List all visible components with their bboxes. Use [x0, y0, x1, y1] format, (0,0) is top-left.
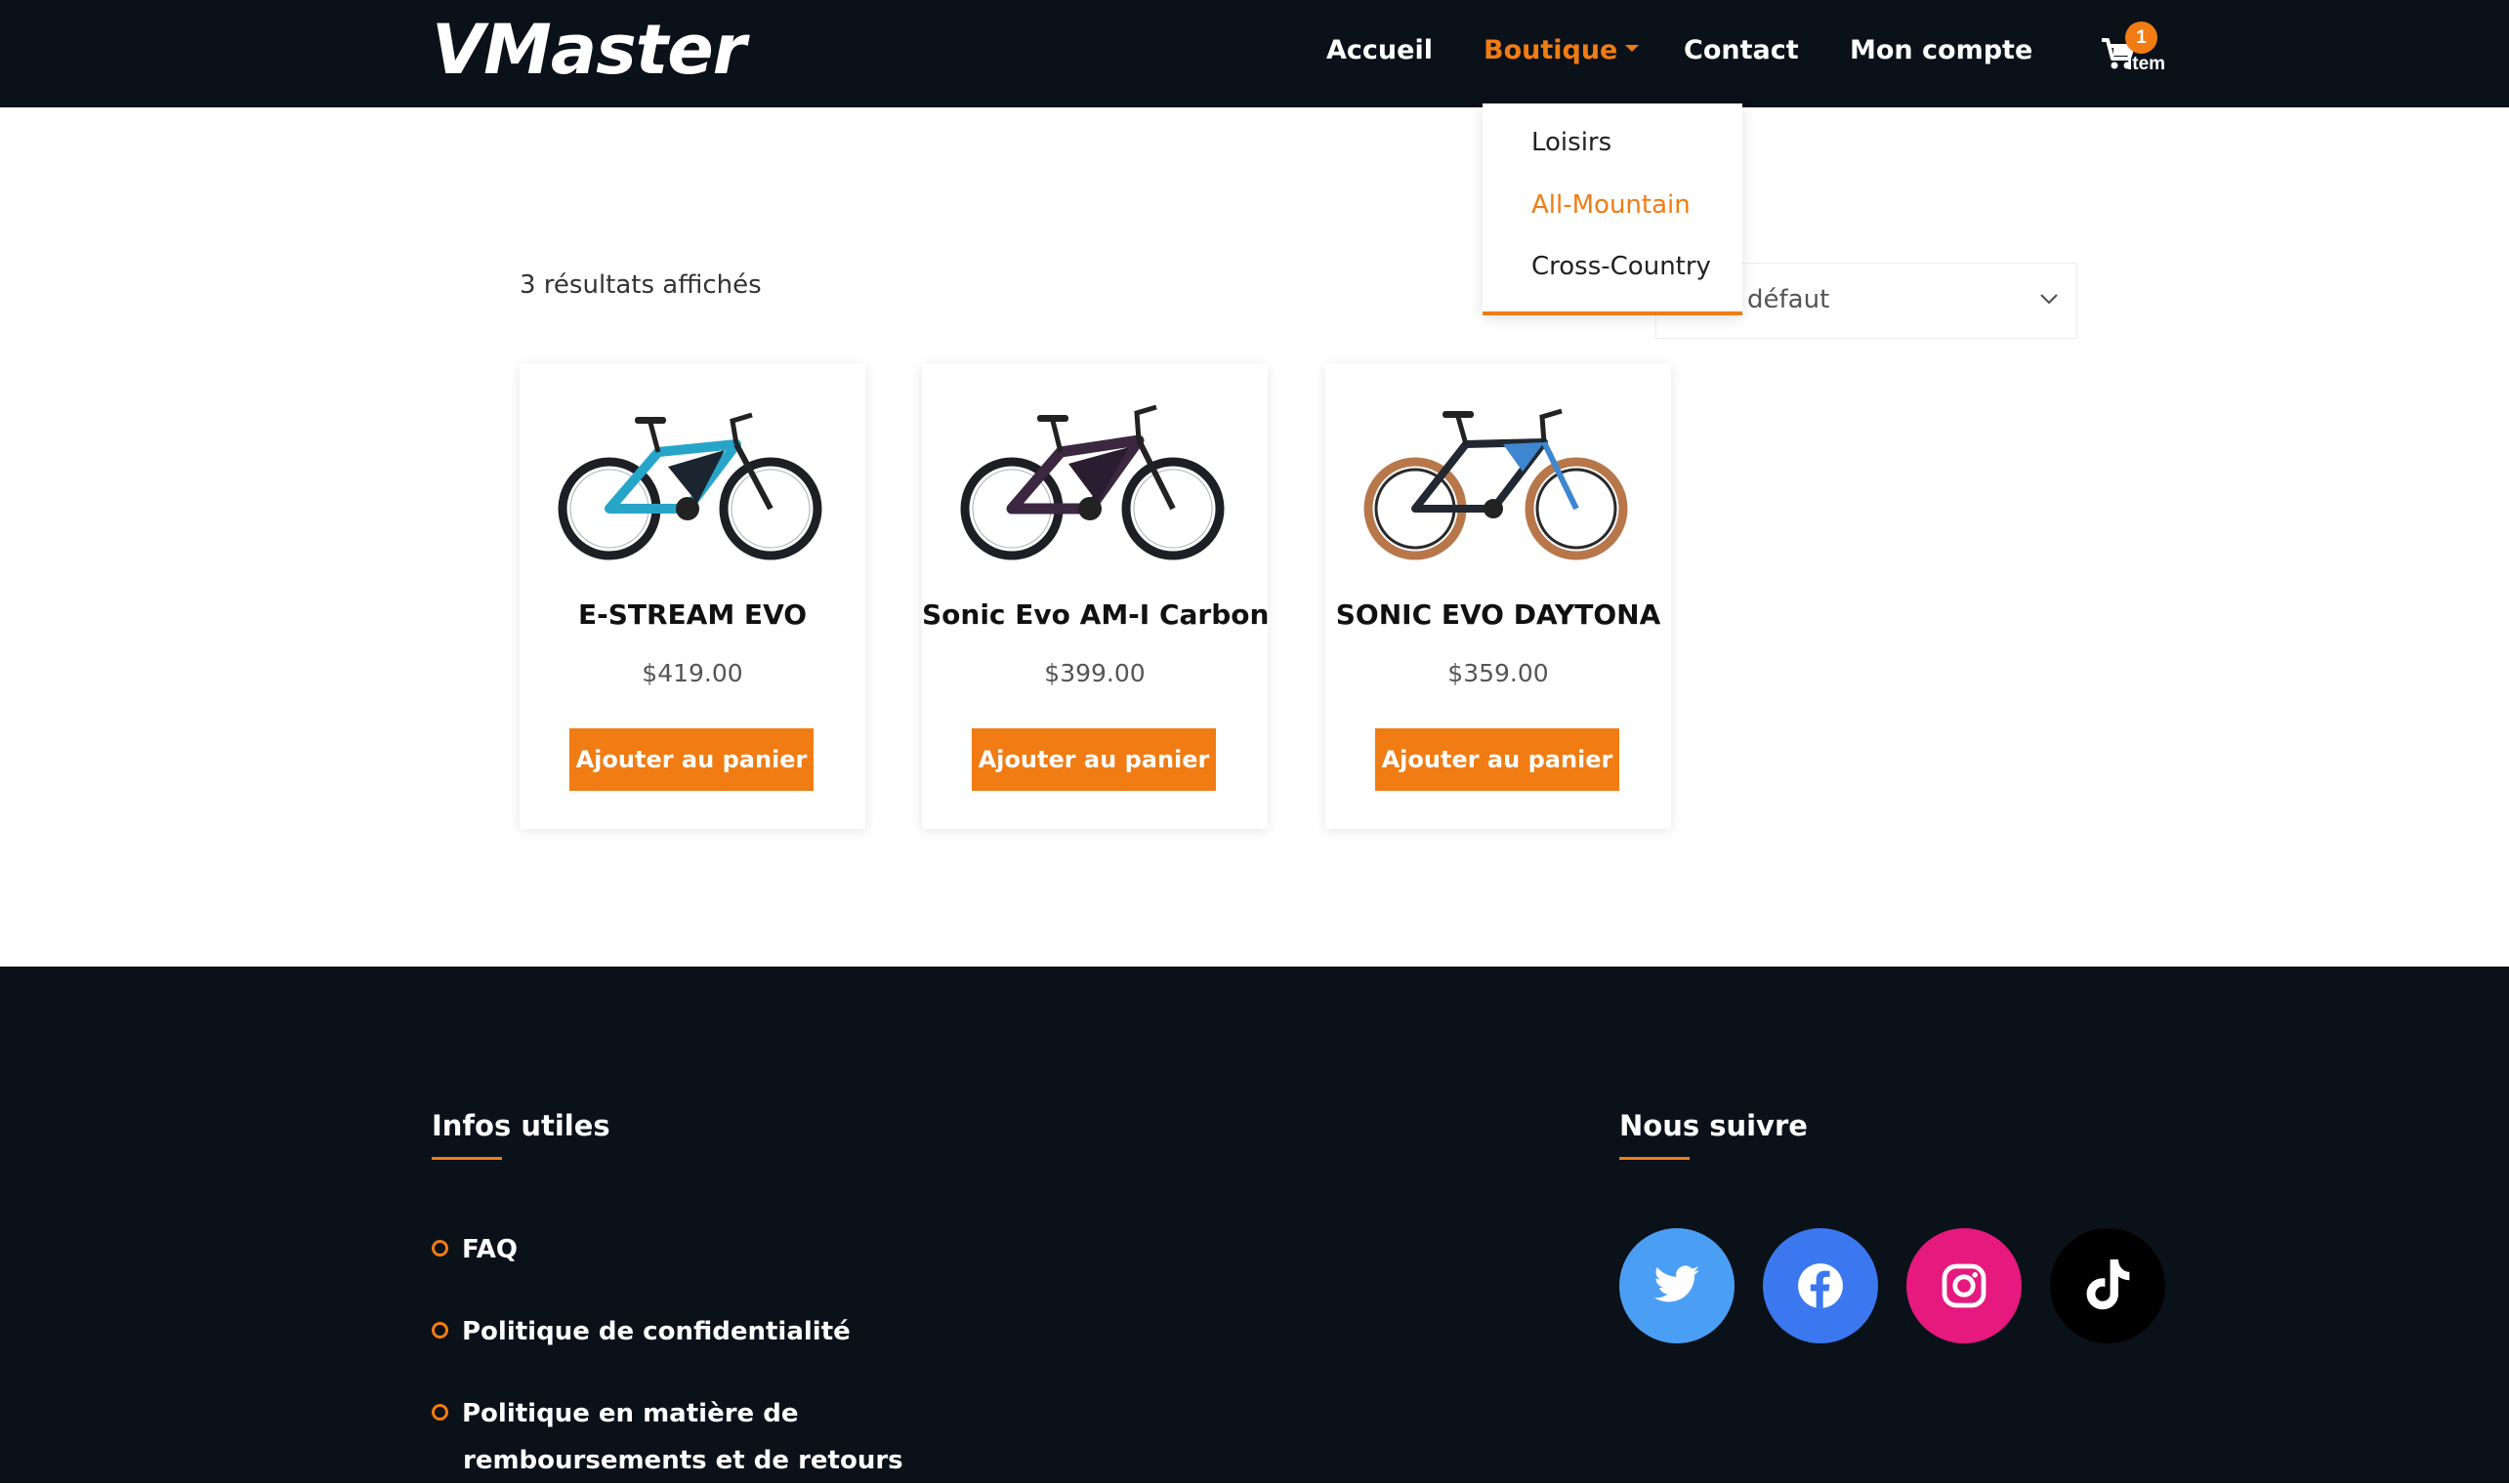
facebook-button[interactable] [1763, 1228, 1878, 1343]
sort-value: défaut [1747, 285, 1830, 314]
product-title[interactable]: Sonic Evo AM-I Carbon [922, 598, 1269, 631]
circle-bullet-icon [432, 1322, 448, 1339]
tiktok-icon [2086, 1259, 2130, 1310]
heading-underline [432, 1157, 502, 1160]
footer-link-faq[interactable]: FAQ [432, 1226, 518, 1273]
product-card[interactable]: Sonic Evo AM-I Carbon $399.00 Ajouter au… [922, 364, 1269, 829]
circle-bullet-icon [432, 1404, 448, 1421]
twitter-icon [1654, 1265, 1699, 1302]
site-footer: Infos utiles FAQ Politique de confidenti… [0, 967, 2509, 1483]
add-to-cart-button[interactable]: Ajouter au panier [972, 728, 1216, 791]
product-price: $359.00 [1447, 659, 1549, 687]
product-card[interactable]: SONIC EVO DAYTONA $359.00 Ajouter au pan… [1325, 364, 1671, 829]
cart-count-badge: 1 [2125, 21, 2157, 54]
bike-image [1363, 408, 1628, 560]
site-logo[interactable]: VMaster [432, 10, 746, 90]
nav-boutique-label: Boutique [1484, 35, 1618, 65]
facebook-icon [1798, 1263, 1843, 1308]
footer-heading-social: Nous suivre [1619, 1109, 1808, 1142]
product-price: $419.00 [642, 659, 743, 687]
twitter-button[interactable] [1619, 1228, 1735, 1343]
tiktok-button[interactable] [2050, 1228, 2165, 1343]
instagram-button[interactable] [1906, 1228, 2022, 1343]
product-price: $399.00 [1044, 659, 1146, 687]
nav-contact[interactable]: Contact [1684, 35, 1799, 65]
dropdown-item-all-mountain[interactable]: All-Mountain [1531, 190, 1691, 220]
nav-boutique[interactable]: Boutique [1484, 35, 1640, 65]
footer-link-label: Politique de confidentialité [462, 1317, 851, 1346]
footer-link-refunds[interactable]: Politique en matière de remboursements e… [432, 1390, 903, 1484]
bike-image [558, 412, 822, 560]
circle-bullet-icon [432, 1240, 448, 1257]
product-card[interactable]: E-STREAM EVO $419.00 Ajouter au panier [520, 364, 865, 829]
chevron-down-icon [2040, 294, 2058, 305]
site-header: VMaster Accueil Boutique Contact Mon com… [0, 0, 2509, 107]
heading-underline [1619, 1157, 1690, 1160]
dropdown-item-cross-country[interactable]: Cross-Country [1531, 252, 1711, 281]
nav-accueil[interactable]: Accueil [1326, 35, 1433, 65]
caret-down-icon [1625, 45, 1640, 52]
product-title[interactable]: E-STREAM EVO [520, 598, 865, 631]
footer-link-privacy[interactable]: Politique de confidentialité [432, 1308, 851, 1355]
nav-mon-compte[interactable]: Mon compte [1850, 35, 2032, 65]
cart-label: Item [2127, 54, 2166, 74]
footer-link-label-line2: remboursements et de retours [463, 1446, 903, 1475]
result-count: 3 résultats affichés [520, 270, 762, 300]
instagram-icon [1942, 1263, 1986, 1308]
add-to-cart-button[interactable]: Ajouter au panier [1375, 728, 1619, 791]
footer-heading-info: Infos utiles [432, 1109, 610, 1142]
dropdown-item-loisirs[interactable]: Loisirs [1531, 128, 1611, 157]
bike-image [960, 404, 1225, 560]
add-to-cart-button[interactable]: Ajouter au panier [569, 728, 814, 791]
footer-link-label: FAQ [462, 1235, 519, 1264]
boutique-dropdown-menu: Loisirs All-Mountain Cross-Country [1483, 103, 1742, 315]
footer-link-label-line1: Politique en matière de [462, 1399, 799, 1428]
cart-button[interactable]: 1 Item [2100, 21, 2168, 80]
product-title[interactable]: SONIC EVO DAYTONA [1325, 598, 1671, 631]
